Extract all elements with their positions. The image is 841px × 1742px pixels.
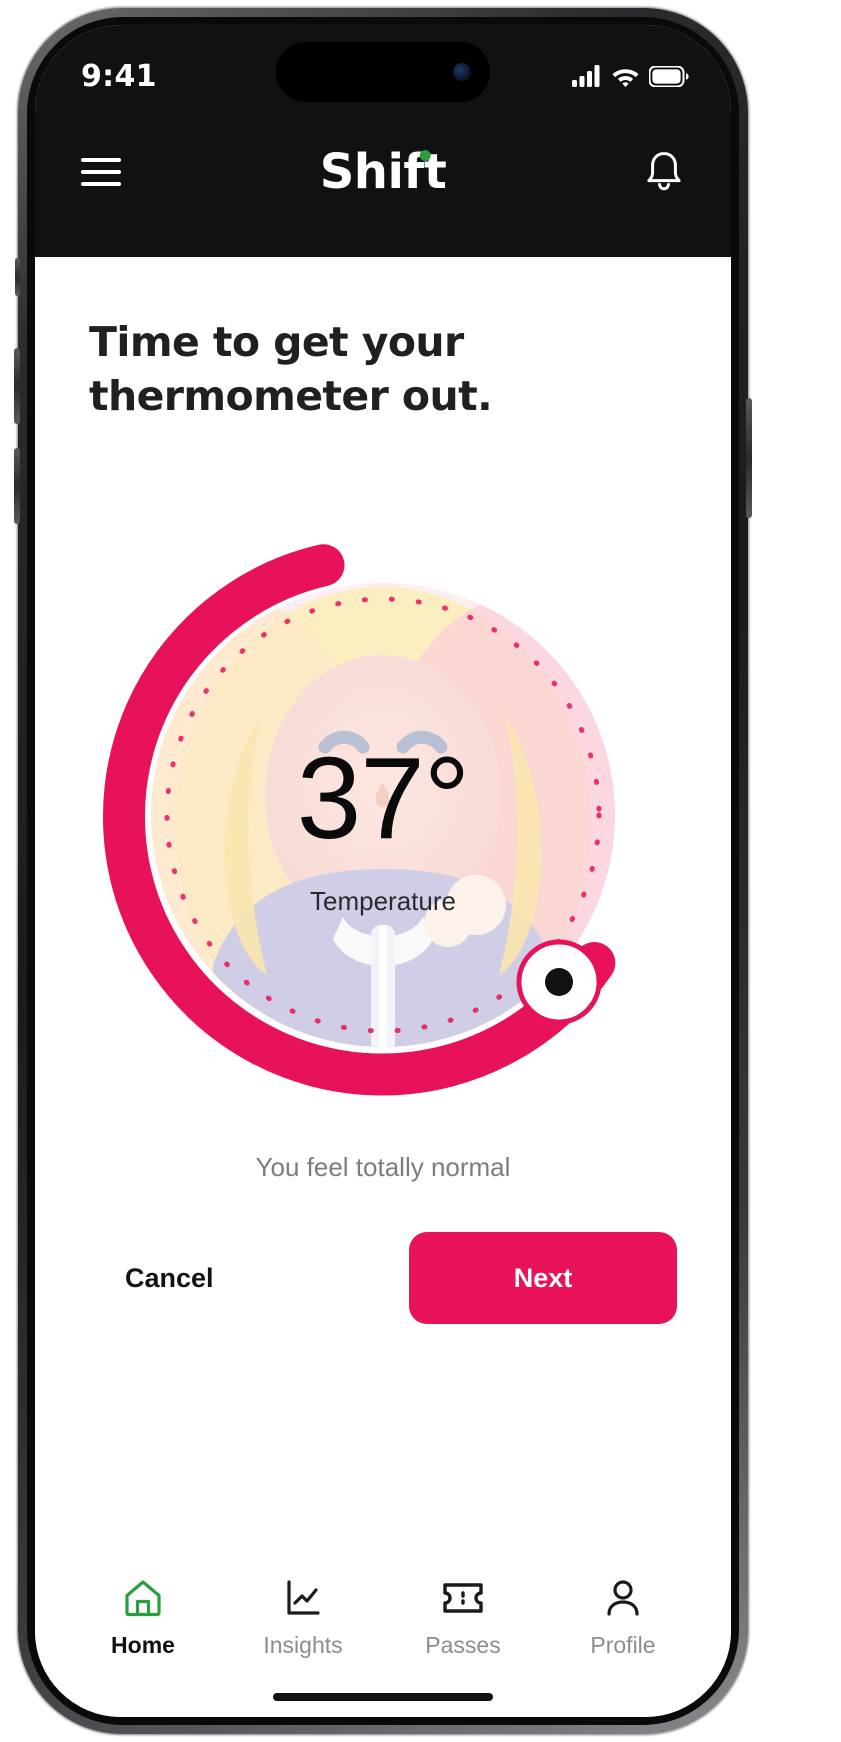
tab-insights-label: Insights: [263, 1632, 343, 1658]
tab-passes-label: Passes: [425, 1632, 501, 1658]
chart-icon: [282, 1576, 324, 1620]
home-icon: [122, 1576, 164, 1620]
volume-down-button[interactable]: [14, 448, 20, 524]
ticket-icon: [440, 1576, 486, 1620]
status-bar-icons: [572, 65, 689, 87]
bell-icon[interactable]: [643, 149, 685, 195]
temperature-dial[interactable]: 37° Temperature: [93, 525, 673, 1105]
dynamic-island: [276, 42, 490, 102]
tab-home-label: Home: [111, 1632, 175, 1658]
action-buttons: Cancel Next: [89, 1232, 677, 1324]
dial-graphic: [102, 544, 616, 1096]
cancel-button[interactable]: Cancel: [89, 1245, 250, 1312]
hamburger-menu-icon[interactable]: [81, 158, 121, 186]
tab-profile-label: Profile: [590, 1632, 656, 1658]
tab-insights[interactable]: Insights: [228, 1576, 378, 1659]
volume-up-button[interactable]: [14, 348, 20, 424]
app-header: 9:41 Shift: [35, 25, 731, 257]
tab-home[interactable]: Home: [68, 1576, 218, 1659]
home-indicator: [273, 1693, 493, 1701]
brand-accent-dot: [419, 150, 431, 161]
wifi-icon: [612, 69, 639, 87]
cellular-signal-icon: [572, 65, 600, 87]
phone-screen: 9:41 Shift Time to get your thermometer …: [35, 25, 731, 1717]
status-message: You feel totally normal: [255, 1152, 511, 1182]
tab-profile[interactable]: Profile: [548, 1576, 698, 1659]
silent-switch[interactable]: [15, 258, 20, 296]
front-camera-icon: [453, 63, 471, 81]
avatar-illustration: [151, 583, 615, 1047]
person-icon: [602, 1576, 644, 1620]
page-title: Time to get your thermometer out.: [89, 318, 493, 421]
app-main-content: Time to get your thermometer out. 37° Te…: [35, 257, 731, 1717]
bottom-tab-bar: Home Insights Passes Profile: [35, 1576, 731, 1659]
status-bar-clock: 9:41: [81, 58, 157, 94]
next-button[interactable]: Next: [409, 1232, 677, 1324]
app-navbar: Shift: [35, 117, 731, 227]
dial-knob-handle[interactable]: [516, 939, 602, 1025]
tab-passes[interactable]: Passes: [388, 1576, 538, 1659]
battery-full-icon: [649, 65, 689, 87]
phone-frame: 9:41 Shift Time to get your thermometer …: [14, 8, 752, 1734]
app-brand-title: Shift: [320, 144, 447, 200]
power-button[interactable]: [746, 398, 752, 518]
